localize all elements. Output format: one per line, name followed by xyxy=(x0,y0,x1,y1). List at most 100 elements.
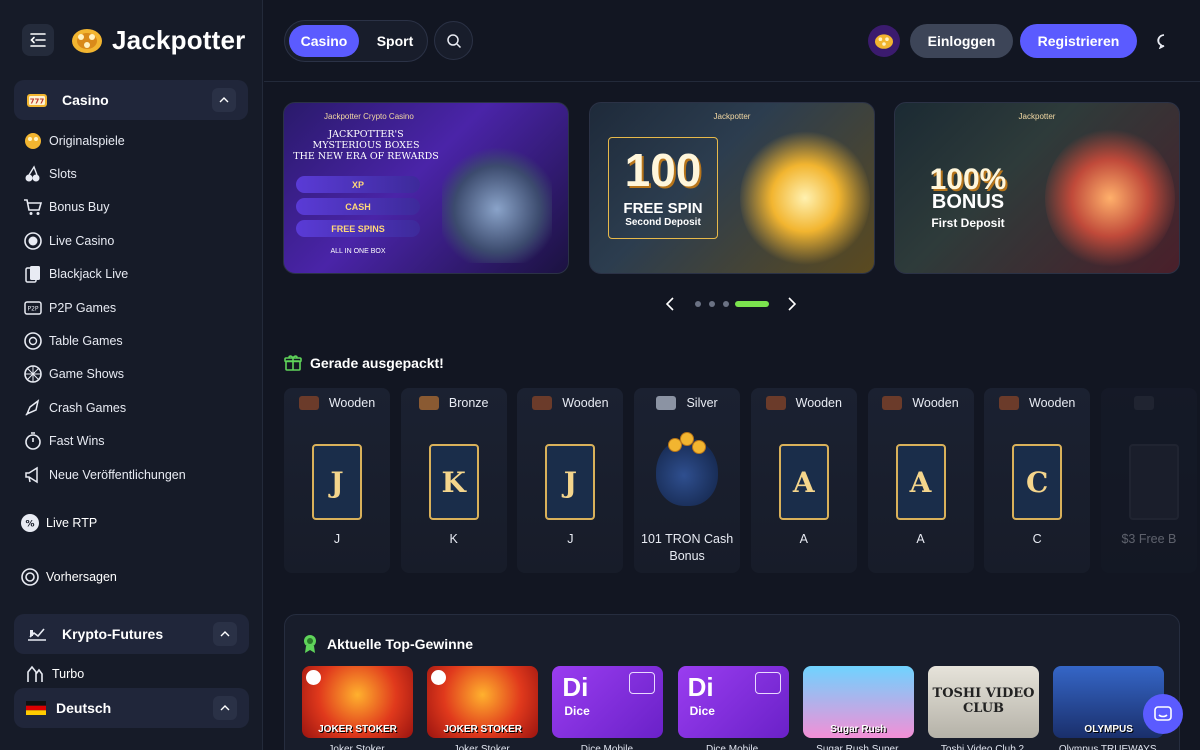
carousel-dot[interactable] xyxy=(723,301,729,307)
unpacked-box-card[interactable]: Bronze K K xyxy=(400,388,507,573)
box-reward-name: A xyxy=(916,532,925,546)
chevron-left-icon xyxy=(666,297,674,311)
banner-pill-cash: CASH xyxy=(296,198,420,215)
promo-banner-free-spin[interactable]: Jackpotter 100 FREE SPIN Second Deposit xyxy=(589,102,875,274)
game-thumbnail[interactable]: Di Dice xyxy=(552,666,664,738)
tab-casino[interactable]: Casino xyxy=(289,25,359,57)
unpacked-box-card[interactable]: Wooden J J xyxy=(284,388,390,573)
box-tier: Wooden xyxy=(284,396,390,410)
svg-text:%: % xyxy=(25,520,34,530)
game-thumbnail[interactable]: JOKER STOKER xyxy=(427,666,539,738)
box-tier: Bronze xyxy=(401,396,507,410)
banner-line-2: First Deposit xyxy=(931,216,1005,230)
unpacked-title-text: Gerade ausgepackt! xyxy=(310,355,444,371)
sidebar-item-live-rtp[interactable]: % Live RTP xyxy=(20,513,97,533)
logo-icon xyxy=(875,34,893,49)
sidebar-item-originalspiele[interactable]: Originalspiele xyxy=(0,124,262,157)
game-thumbnail[interactable]: Di Dice xyxy=(677,666,789,738)
sidebar-item-bonus-buy[interactable]: Bonus Buy xyxy=(0,191,262,224)
sidebar-item-game-shows[interactable]: Game Shows xyxy=(0,358,262,391)
casino-section-title: Casino xyxy=(62,92,109,108)
provider-badge-icon xyxy=(306,670,321,685)
unpacked-box-card[interactable]: Wooden J J xyxy=(517,388,624,573)
unpacked-box-card[interactable]: $3 Free B xyxy=(1100,388,1197,573)
sidebar-item-table-games[interactable]: Table Games xyxy=(0,324,262,357)
game-caption: Joker Stoker xyxy=(328,744,385,750)
unpacked-box-card[interactable]: Wooden C C xyxy=(984,388,1091,573)
sidebar-item-p2p-games[interactable]: P2P P2P Games xyxy=(0,291,262,324)
language-chevron-button[interactable] xyxy=(213,696,237,720)
banner-brand: Jackpotter xyxy=(713,112,751,121)
box-reward-name: J xyxy=(567,532,574,546)
target-icon xyxy=(21,568,39,586)
wheel-icon xyxy=(23,364,43,384)
language-selector[interactable]: Deutsch xyxy=(14,688,249,728)
unpacked-box-card[interactable]: Wooden A A xyxy=(750,388,857,573)
sidebar-item-live-casino[interactable]: Live Casino xyxy=(0,224,262,257)
collapse-casino-button[interactable] xyxy=(212,88,236,112)
game-caption: Dice Mobile xyxy=(705,744,759,750)
futures-section-header[interactable]: Krypto-Futures xyxy=(14,614,249,654)
game-thumbnail[interactable]: TOSHI VIDEO CLUB xyxy=(928,666,1039,738)
promo-banner-mysterious-boxes[interactable]: Jackpotter Crypto Casino JACKPOTTER'S MY… xyxy=(283,102,569,274)
sidebar-item-neue-ver-ffentlichungen[interactable]: Neue Veröffentlichungen xyxy=(0,458,262,491)
playing-card-art: A xyxy=(895,444,946,520)
collapse-sidebar-button[interactable] xyxy=(22,24,54,56)
warriors-illustration xyxy=(1045,128,1175,268)
sidebar-item-label: Turbo xyxy=(52,667,85,681)
game-thumbnail[interactable]: Sugar Rush xyxy=(802,666,914,738)
brand-name: Jackpotter xyxy=(112,24,246,55)
unpacked-box-card[interactable]: Wooden A A xyxy=(867,388,974,573)
collapse-futures-button[interactable] xyxy=(213,622,237,646)
login-button[interactable]: Einloggen xyxy=(910,24,1013,58)
casino-section-header[interactable]: 777 Casino xyxy=(14,80,248,120)
carousel-dot[interactable] xyxy=(695,301,701,307)
sidebar-item-predictions[interactable]: Vorhersagen xyxy=(20,567,117,587)
sidebar-item-turbo[interactable]: Turbo xyxy=(24,664,84,684)
search-button[interactable] xyxy=(434,21,473,60)
sidebar-item-blackjack-live[interactable]: Blackjack Live xyxy=(0,258,262,291)
playing-cards-icon xyxy=(23,264,43,284)
game-art-title: JOKER STOKER xyxy=(318,724,397,735)
carousel-dot-active[interactable] xyxy=(735,301,769,307)
top-header: Casino Sport Einloggen Registrieren xyxy=(264,0,1200,82)
box-tier: Silver xyxy=(634,396,740,410)
dice-art-sub: Dice xyxy=(689,704,715,718)
medal-icon xyxy=(304,635,316,653)
unpacked-box-card[interactable]: Silver 101 TRON Cash Bonus xyxy=(634,388,741,573)
box-reward-name: A xyxy=(799,532,808,546)
banner-line-1: FREE SPIN xyxy=(623,200,703,217)
stopwatch-icon xyxy=(23,431,43,451)
svg-text:P2P: P2P xyxy=(27,305,38,312)
brand-logo[interactable]: Jackpotter xyxy=(70,25,246,56)
banner-big-number: 100 xyxy=(624,144,702,196)
sidebar-item-label: Neue Veröffentlichungen xyxy=(49,467,186,482)
chevron-right-icon xyxy=(788,297,796,311)
banner-pill-free-spins: FREE SPINS xyxy=(296,220,420,237)
chat-button[interactable] xyxy=(1147,24,1181,58)
carousel-next-button[interactable] xyxy=(784,296,800,312)
register-button[interactable]: Registrieren xyxy=(1020,24,1137,58)
promo-banner-bonus[interactable]: Jackpotter 100% BONUS First Deposit xyxy=(894,102,1180,274)
tab-sport[interactable]: Sport xyxy=(367,25,423,57)
support-chat-button[interactable] xyxy=(1143,694,1183,734)
box-reward-name: C xyxy=(1032,532,1042,546)
game-thumbnail[interactable]: JOKER STOKER xyxy=(302,666,413,738)
chest-icon xyxy=(882,396,903,410)
banner-line-1: BONUS xyxy=(931,191,1005,213)
box-reward-name: 101 TRON Cash Bonus xyxy=(641,532,734,563)
playing-card-art: A xyxy=(778,444,829,520)
sidebar-item-crash-games[interactable]: Crash Games xyxy=(0,391,262,424)
banner-brand: Jackpotter Crypto Casino xyxy=(324,112,414,121)
sidebar-item-slots[interactable]: Slots xyxy=(0,157,262,190)
banner-line-2: Second Deposit xyxy=(625,217,701,228)
rewards-avatar-button[interactable] xyxy=(868,25,900,57)
sidebar-item-fast-wins[interactable]: Fast Wins xyxy=(0,425,262,458)
banner-brand: Jackpotter xyxy=(1018,112,1056,121)
banner-heading-line: JACKPOTTER'S xyxy=(328,129,404,140)
search-icon xyxy=(446,33,461,48)
sidebar-item-label: Blackjack Live xyxy=(49,267,129,282)
carousel-prev-button[interactable] xyxy=(662,296,678,312)
chevron-up-icon xyxy=(220,705,230,711)
carousel-dot[interactable] xyxy=(709,301,715,307)
